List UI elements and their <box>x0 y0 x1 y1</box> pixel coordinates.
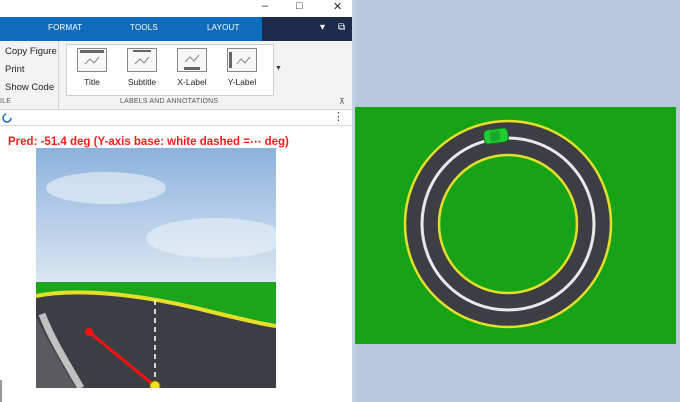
camera-image <box>36 148 276 388</box>
title-icon <box>77 48 107 72</box>
title-label: Title <box>84 77 100 87</box>
xlabel-label: X-Label <box>177 77 207 87</box>
angle-origin-marker <box>149 380 161 388</box>
track-top-view <box>355 107 676 344</box>
subtitle-icon <box>127 48 157 72</box>
show-code-button[interactable]: Show Code <box>5 82 54 93</box>
subtitle-button[interactable]: Subtitle <box>119 48 165 87</box>
print-button[interactable]: Print <box>5 64 25 75</box>
file-group-label: ILE <box>0 98 12 105</box>
ylabel-icon <box>227 48 257 72</box>
tab-format[interactable]: FORMAT <box>48 23 82 32</box>
copy-figure-button[interactable]: Copy Figure <box>5 46 57 57</box>
ylabel-label: Y-Label <box>227 77 257 87</box>
ribbon-tab-bar: FORMAT TOOLS LAYOUT ▾ ⧉ <box>0 17 352 41</box>
subtitle-label: Subtitle <box>127 77 157 87</box>
car-icon <box>483 127 509 145</box>
xlabel-button[interactable]: X-Label <box>169 48 215 87</box>
figure-toolbar: ⋮ <box>0 110 352 126</box>
gallery-expand-icon[interactable]: ▼ <box>275 65 282 72</box>
maximize-button[interactable]: □ <box>296 0 303 12</box>
close-button[interactable]: ✕ <box>333 0 342 13</box>
prediction-title: Pred: -51.4 deg (Y-axis base: white dash… <box>8 136 289 148</box>
loading-icon <box>2 113 12 123</box>
inner-infield <box>437 153 579 295</box>
ribbon-panel: Copy Figure Print Show Code ILE Title Su… <box>0 41 352 110</box>
more-options-icon[interactable]: ⋮ <box>333 110 344 123</box>
tab-layout[interactable]: LAYOUT <box>207 23 240 32</box>
collapse-ribbon-icon[interactable]: ▾ <box>320 22 325 33</box>
tab-tools[interactable]: TOOLS <box>130 23 158 32</box>
labels-gallery: Title Subtitle X-Label Y-Label <box>66 44 274 96</box>
figure-window: – □ ✕ FORMAT TOOLS LAYOUT ▾ ⧉ Copy Figur… <box>0 0 352 402</box>
ribbon-pin-icon[interactable]: ⊼ <box>339 97 345 106</box>
window-titlebar: – □ ✕ <box>0 0 352 17</box>
undock-icon[interactable]: ⧉ <box>338 22 345 33</box>
angle-endpoint-marker <box>85 328 93 336</box>
file-group: Copy Figure Print Show Code ILE <box>0 41 59 109</box>
labels-group-label: LABELS AND ANNOTATIONS <box>120 98 219 105</box>
title-button[interactable]: Title <box>69 48 115 87</box>
ylabel-button[interactable]: Y-Label <box>219 48 265 87</box>
minimize-button[interactable]: – <box>262 0 268 12</box>
scroll-edge <box>0 380 2 402</box>
xlabel-icon <box>177 48 207 72</box>
